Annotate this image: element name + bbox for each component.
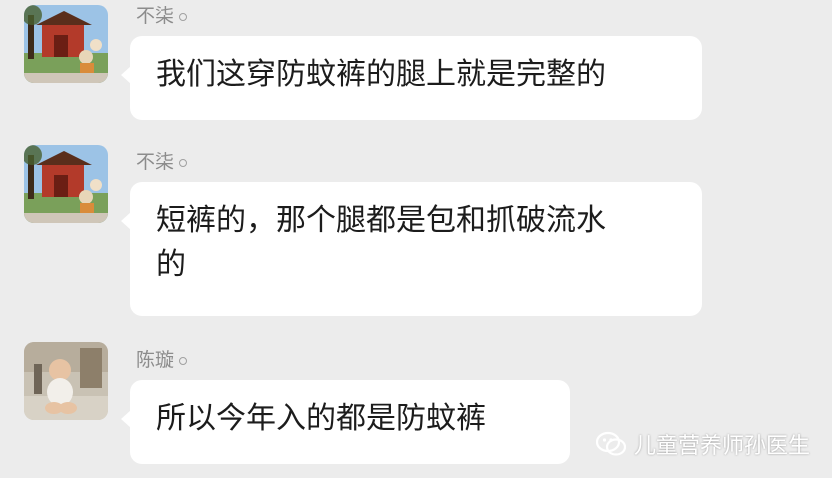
watermark-text: 儿童营养师孙医生 [633, 434, 810, 459]
message-bubble[interactable]: 我们这穿防蚊裤的腿上就是完整的 [121, 36, 702, 120]
message-bubble[interactable]: 所以今年入的都是防蚊裤 [121, 380, 570, 464]
message-bubble[interactable]: 短裤的，那个腿都是包和抓破流水 的 [121, 182, 702, 316]
sender-avatar[interactable] [24, 145, 108, 223]
sender-name: 不柒 [136, 5, 175, 27]
sender-badge-icon [179, 159, 188, 167]
message-text-line: 我们这穿防蚊裤的腿上就是完整的 [156, 57, 606, 92]
baby-photo-avatar-image [24, 342, 108, 420]
sender-badge-icon [179, 13, 188, 21]
sender-name-row: 不柒 [136, 4, 188, 28]
sender-badge-icon [179, 357, 188, 365]
wechat-icon [595, 431, 626, 456]
sender-name: 陈璇 [136, 349, 175, 371]
temple-scene-avatar-image [24, 145, 108, 223]
sender-name: 不柒 [136, 151, 175, 173]
sender-name-row: 陈璇 [136, 348, 188, 372]
sender-avatar[interactable] [24, 342, 108, 420]
watermark: 儿童营养师孙医生 [595, 428, 810, 460]
temple-scene-avatar-image [24, 5, 108, 83]
message-text-line: 短裤的，那个腿都是包和抓破流水 [156, 203, 606, 238]
message-text-line: 所以今年入的都是防蚊裤 [156, 401, 486, 436]
message-text-line: 的 [156, 247, 186, 282]
sender-avatar[interactable] [24, 5, 108, 83]
sender-name-row: 不柒 [136, 150, 188, 174]
